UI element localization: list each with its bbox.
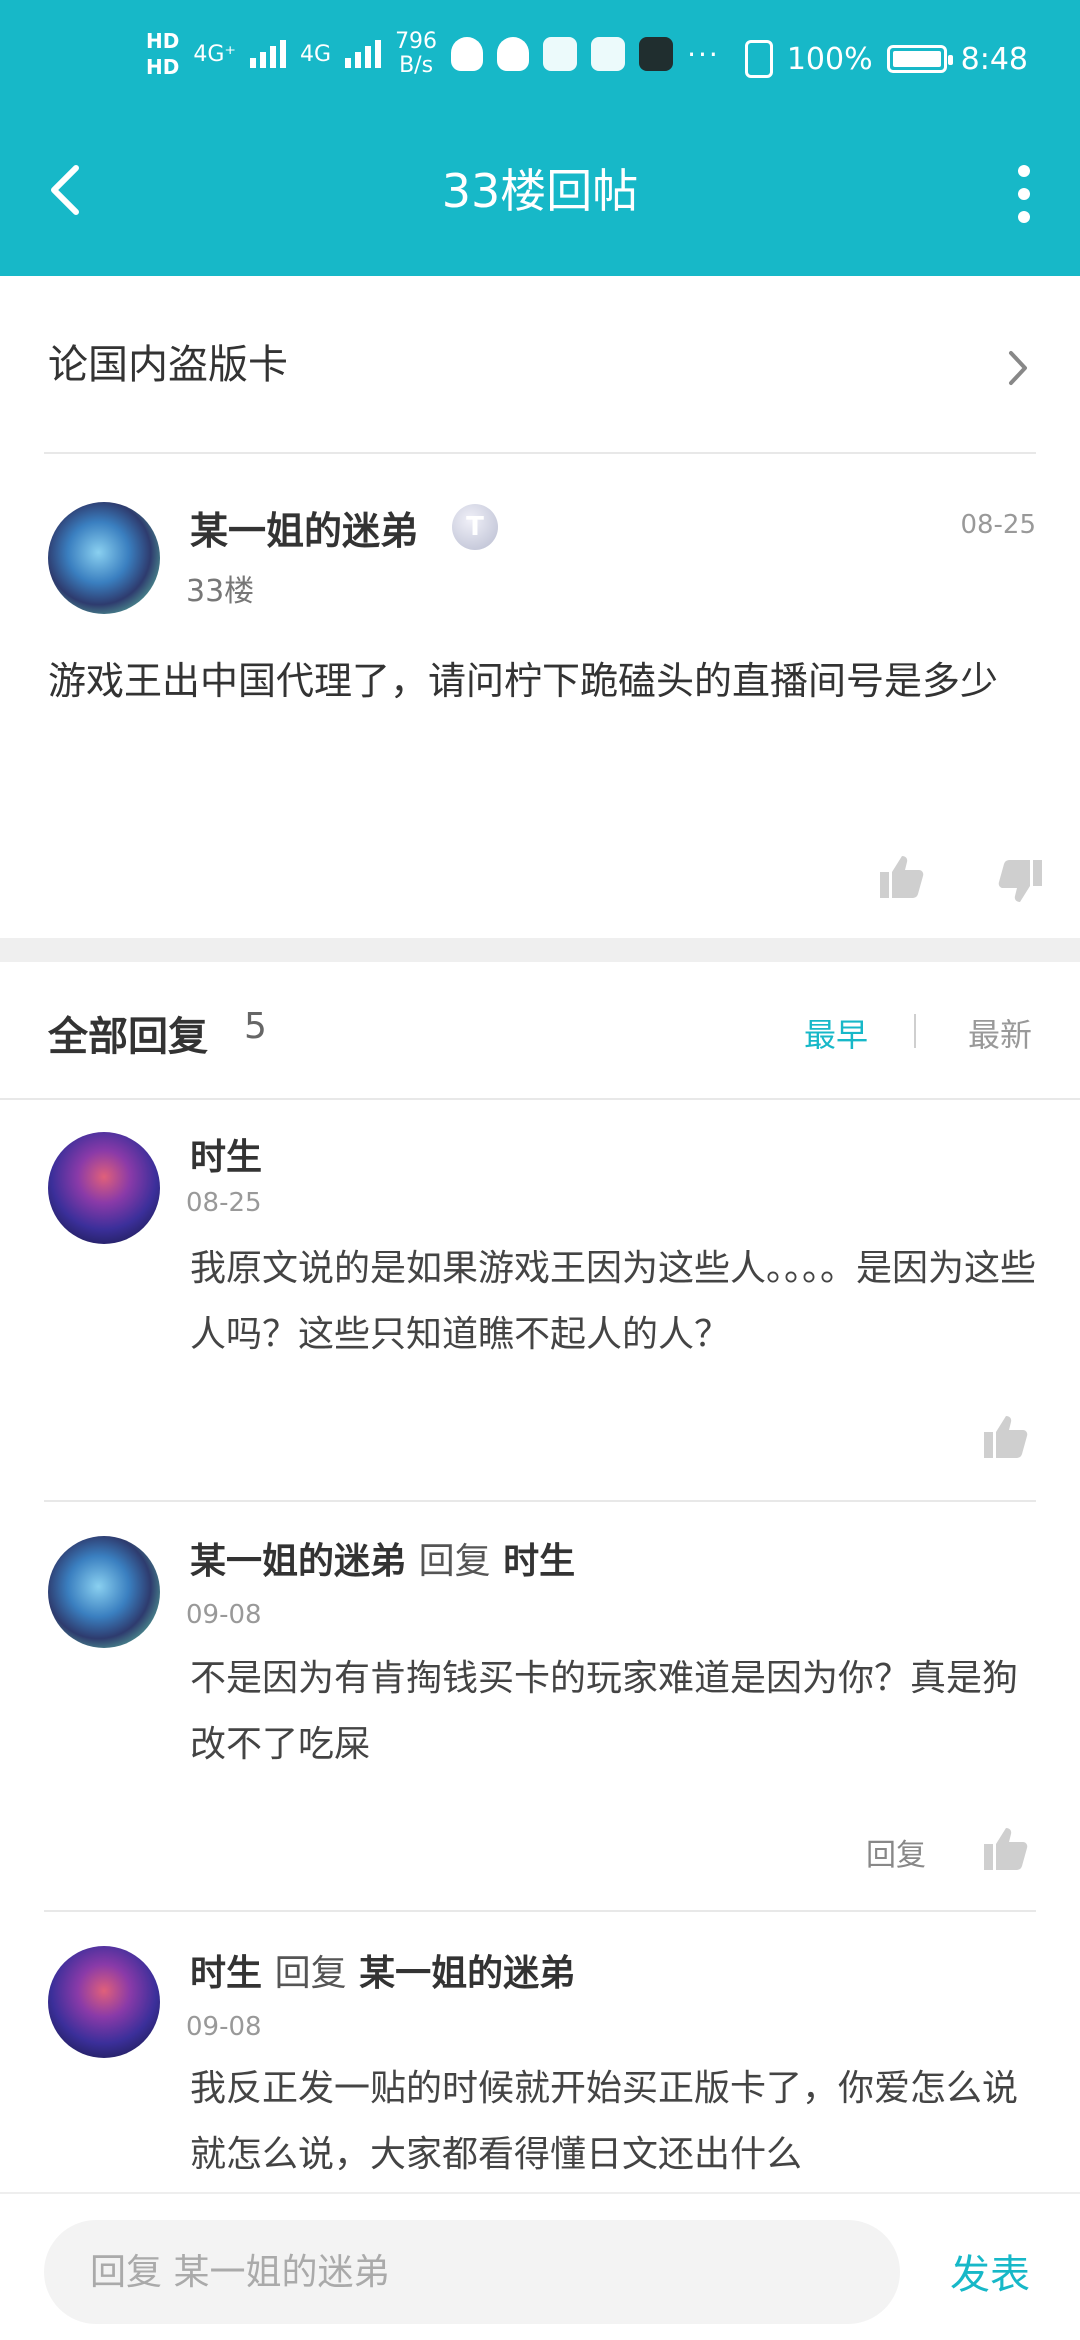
qq-icon	[451, 37, 484, 71]
reply-target-name: 时生	[503, 1541, 576, 1582]
network1-label: 4G⁺	[193, 41, 237, 67]
hd1-label: HD	[146, 29, 180, 53]
net-speed: 796 B/s	[395, 30, 437, 78]
reply-to-word: 回复	[418, 1541, 491, 1582]
net-speed-unit: B/s	[399, 53, 434, 78]
signal2-icon	[345, 40, 382, 68]
reply-date: 09-08	[186, 2012, 262, 2042]
reply-date: 08-25	[186, 1188, 262, 1218]
post-body: 游戏王出中国代理了，请问柠下跪磕头的直播间号是多少	[48, 659, 999, 703]
status-left: HD HD 4G⁺ 4G 796 B/s ···	[146, 30, 720, 79]
like-icon[interactable]	[876, 852, 926, 902]
send-button[interactable]: 发表	[950, 2242, 1030, 2300]
reply-date: 09-08	[186, 1600, 262, 1630]
network2-label: 4G	[300, 41, 332, 67]
status-right: 100% 8:48	[744, 40, 1028, 78]
more-notifications-icon: ···	[687, 37, 720, 71]
reply-body: 我原文说的是如果游戏王因为这些人。。。。是因为这些人吗？这些只知道瞧不起人的人？	[190, 1248, 1037, 1355]
dislike-icon[interactable]	[996, 856, 1046, 906]
reply-author-name: 时生	[190, 1953, 263, 1994]
sort-separator	[914, 1014, 916, 1048]
level-badge-icon: T	[452, 504, 498, 550]
like-icon[interactable]	[980, 1824, 1030, 1874]
battery-percent: 100%	[786, 41, 873, 77]
divider	[44, 452, 1036, 454]
topic-title: 论国内盗版卡	[48, 342, 288, 388]
like-icon[interactable]	[980, 1412, 1030, 1462]
post-author[interactable]: 某一姐的迷弟	[190, 500, 418, 555]
topic-link[interactable]: 论国内盗版卡	[0, 276, 1080, 452]
section-gap	[0, 938, 1080, 962]
hd2-label: HD	[146, 55, 180, 79]
reply-target-name: 某一姐的迷弟	[359, 1953, 576, 1994]
chevron-right-icon	[1009, 351, 1027, 385]
reply-author[interactable]: 某一姐的迷弟 回复 时生	[190, 1532, 575, 1584]
qq2-icon	[497, 37, 530, 71]
vibrate-icon	[744, 40, 773, 78]
divider	[0, 1098, 1080, 1100]
reply-author[interactable]: 时生 回复 某一姐的迷弟	[190, 1944, 575, 1996]
replies-title: 全部回复	[48, 1014, 208, 1060]
avatar[interactable]	[48, 1536, 160, 1648]
baidu-netdisk-icon	[591, 37, 626, 71]
avatar[interactable]	[48, 1132, 160, 1244]
soul-icon	[639, 37, 674, 71]
reply-body: 我反正发一贴的时候就开始买正版卡了，你爱怎么说就怎么说，大家都看得懂日文还出什么	[190, 2068, 1019, 2175]
sort-newest-tab[interactable]: 最新	[968, 1010, 1032, 1056]
reply-to-word: 回复	[274, 1953, 347, 1994]
more-menu-icon[interactable]	[1012, 165, 1036, 223]
reply-author-name: 某一姐的迷弟	[190, 1541, 407, 1582]
avatar[interactable]	[48, 1946, 160, 2058]
reply-button[interactable]: 回复	[866, 1830, 926, 1874]
signal1-icon	[250, 40, 287, 68]
battery-icon	[886, 45, 953, 73]
sort-earliest-tab[interactable]: 最早	[804, 1010, 868, 1056]
app-notify-icon	[543, 37, 578, 71]
post-date: 08-25	[960, 510, 1036, 540]
reply-input[interactable]	[44, 2220, 900, 2324]
post-floor: 33楼	[186, 574, 255, 609]
reply-bar: 发表	[0, 2192, 1080, 2340]
avatar[interactable]	[48, 502, 160, 614]
hd-indicator: HD HD	[146, 30, 179, 78]
reply-body: 不是因为有肯掏钱买卡的玩家难道是因为你？真是狗改不了吃屎	[190, 1658, 1019, 1765]
app-header: HD HD 4G⁺ 4G 796 B/s ··· 100% 8:48 33楼回帖	[0, 0, 1080, 276]
status-bar: HD HD 4G⁺ 4G 796 B/s ··· 100% 8:48	[0, 0, 1080, 132]
reply-author[interactable]: 时生	[190, 1128, 262, 1180]
page-title: 33楼回帖	[441, 164, 639, 218]
net-speed-value: 796	[395, 29, 438, 54]
divider	[44, 1500, 1036, 1502]
clock: 8:48	[960, 41, 1028, 77]
divider	[44, 1910, 1036, 1912]
replies-count: 5	[244, 1006, 267, 1047]
reply-author-name: 时生	[190, 1137, 263, 1178]
